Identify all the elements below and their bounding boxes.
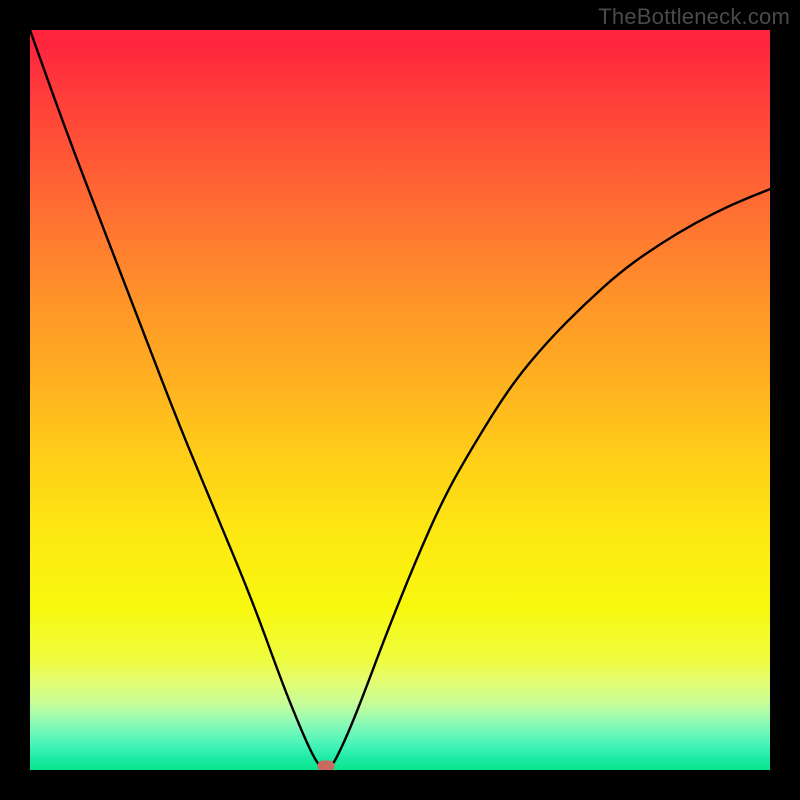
chart-plot-area: [30, 30, 770, 770]
chart-frame: TheBottleneck.com: [0, 0, 800, 800]
optimal-point-marker: [318, 761, 335, 770]
watermark-text: TheBottleneck.com: [598, 4, 790, 30]
bottleneck-curve: [30, 30, 770, 770]
